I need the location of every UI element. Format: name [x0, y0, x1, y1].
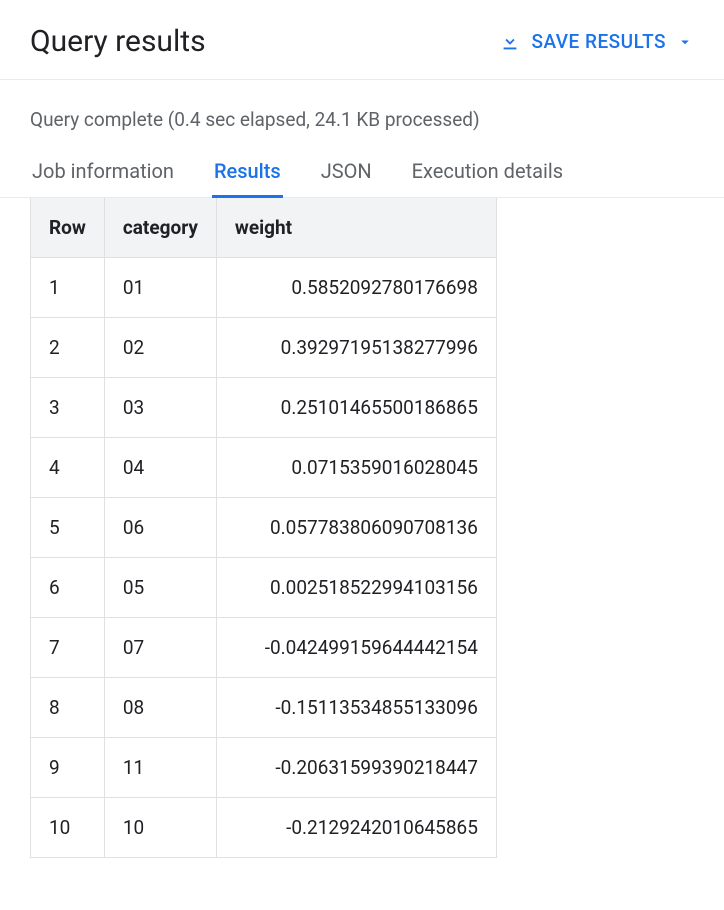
- tab-execution-details[interactable]: Execution details: [410, 149, 565, 197]
- cell-weight: 0.0715359016028045: [216, 438, 496, 498]
- cell-weight: 0.25101465500186865: [216, 378, 496, 438]
- tab-job-information[interactable]: Job information: [30, 149, 176, 197]
- table-row: 1010.5852092780176698: [31, 258, 497, 318]
- cell-row: 6: [31, 558, 105, 618]
- cell-row: 8: [31, 678, 105, 738]
- cell-weight: 0.057783806090708136: [216, 498, 496, 558]
- table-row: 4040.0715359016028045: [31, 438, 497, 498]
- cell-weight: 0.5852092780176698: [216, 258, 496, 318]
- cell-row: 3: [31, 378, 105, 438]
- cell-weight: 0.002518522994103156: [216, 558, 496, 618]
- cell-category: 04: [104, 438, 216, 498]
- download-icon: [499, 31, 521, 53]
- cell-category: 10: [104, 798, 216, 858]
- query-status: Query complete (0.4 sec elapsed, 24.1 KB…: [0, 80, 724, 149]
- cell-category: 05: [104, 558, 216, 618]
- save-results-button[interactable]: SAVE RESULTS: [499, 30, 694, 53]
- cell-category: 08: [104, 678, 216, 738]
- save-results-label: SAVE RESULTS: [531, 30, 666, 53]
- col-weight: weight: [216, 198, 496, 258]
- cell-row: 7: [31, 618, 105, 678]
- cell-category: 01: [104, 258, 216, 318]
- cell-category: 06: [104, 498, 216, 558]
- results-table: Row category weight 1010.585209278017669…: [30, 198, 497, 858]
- tab-json[interactable]: JSON: [319, 149, 374, 197]
- cell-category: 03: [104, 378, 216, 438]
- page-title: Query results: [30, 24, 206, 59]
- table-row: 2020.39297195138277996: [31, 318, 497, 378]
- cell-row: 9: [31, 738, 105, 798]
- tab-results[interactable]: Results: [212, 149, 283, 197]
- table-row: 3030.25101465500186865: [31, 378, 497, 438]
- table-row: 808-0.15113534855133096: [31, 678, 497, 738]
- cell-weight: -0.20631599390218447: [216, 738, 496, 798]
- cell-row: 5: [31, 498, 105, 558]
- cell-weight: -0.042499159644442154: [216, 618, 496, 678]
- table-row: 707-0.042499159644442154: [31, 618, 497, 678]
- cell-weight: -0.2129242010645865: [216, 798, 496, 858]
- cell-category: 02: [104, 318, 216, 378]
- cell-row: 4: [31, 438, 105, 498]
- cell-row: 1: [31, 258, 105, 318]
- chevron-down-icon: [676, 33, 694, 51]
- table-row: 5060.057783806090708136: [31, 498, 497, 558]
- cell-category: 07: [104, 618, 216, 678]
- table-header-row: Row category weight: [31, 198, 497, 258]
- results-table-container: Row category weight 1010.585209278017669…: [0, 198, 724, 858]
- col-category: category: [104, 198, 216, 258]
- header: Query results SAVE RESULTS: [0, 0, 724, 80]
- table-row: 1010-0.2129242010645865: [31, 798, 497, 858]
- table-row: 911-0.20631599390218447: [31, 738, 497, 798]
- cell-weight: -0.15113534855133096: [216, 678, 496, 738]
- cell-row: 2: [31, 318, 105, 378]
- col-row: Row: [31, 198, 105, 258]
- cell-row: 10: [31, 798, 105, 858]
- cell-weight: 0.39297195138277996: [216, 318, 496, 378]
- table-row: 6050.002518522994103156: [31, 558, 497, 618]
- tabs: Job information Results JSON Execution d…: [0, 149, 724, 198]
- cell-category: 11: [104, 738, 216, 798]
